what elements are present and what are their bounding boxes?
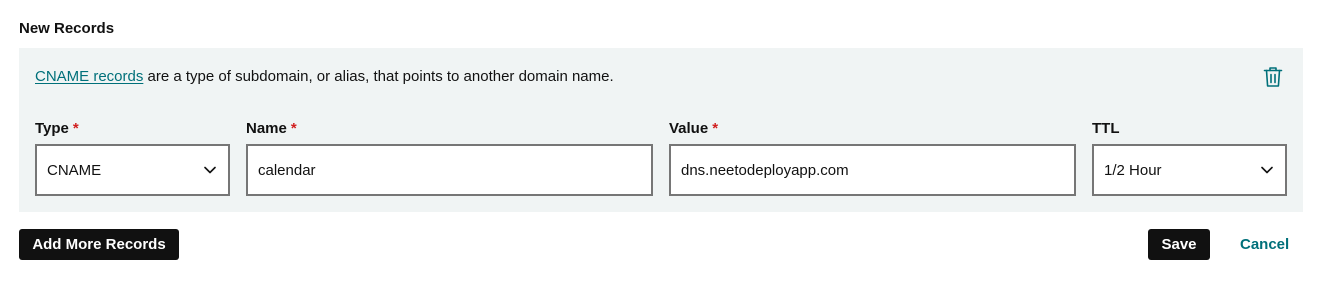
record-info: CNAME records are a type of subdomain, o… bbox=[35, 68, 614, 85]
ttl-select[interactable]: 1/2 Hour bbox=[1092, 144, 1287, 196]
chevron-down-icon bbox=[204, 166, 216, 174]
ttl-label: TTL bbox=[1092, 120, 1120, 137]
ttl-select-value: 1/2 Hour bbox=[1104, 161, 1162, 179]
trash-icon bbox=[1263, 66, 1283, 93]
value-field-value: dns.neetodeployapp.com bbox=[681, 161, 849, 179]
name-field-value: calendar bbox=[258, 161, 316, 179]
record-panel: CNAME records are a type of subdomain, o… bbox=[19, 48, 1303, 212]
type-select-value: CNAME bbox=[47, 161, 102, 179]
required-mark: * bbox=[72, 120, 79, 137]
type-select[interactable]: CNAME bbox=[35, 144, 230, 196]
delete-record-button[interactable] bbox=[1260, 66, 1286, 92]
required-mark: * bbox=[290, 120, 297, 137]
add-more-records-button[interactable]: Add More Records bbox=[19, 229, 179, 260]
save-button[interactable]: Save bbox=[1148, 229, 1210, 260]
cancel-button[interactable]: Cancel bbox=[1240, 236, 1289, 253]
chevron-down-icon bbox=[1261, 166, 1273, 174]
value-label: Value * bbox=[669, 120, 719, 137]
type-label: Type * bbox=[35, 120, 79, 137]
name-field[interactable]: calendar bbox=[246, 144, 653, 196]
name-label: Name * bbox=[246, 120, 297, 137]
section-title: New Records bbox=[19, 20, 115, 37]
value-field[interactable]: dns.neetodeployapp.com bbox=[669, 144, 1076, 196]
record-info-text: are a type of subdomain, or alias, that … bbox=[143, 68, 614, 85]
cname-records-link[interactable]: CNAME records bbox=[35, 68, 143, 85]
required-mark: * bbox=[712, 120, 719, 137]
